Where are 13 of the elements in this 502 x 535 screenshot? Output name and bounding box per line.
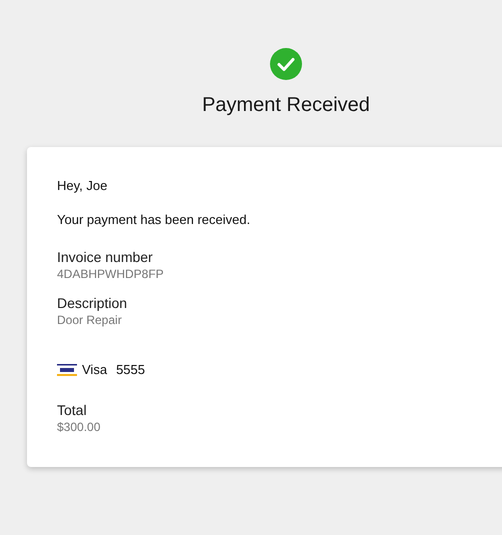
card-number: 5555 [116,361,145,379]
check-icon [270,48,302,80]
field-label: Description [57,295,128,312]
page-title: Payment Received [202,93,370,117]
card-brand-icon [57,364,77,376]
field-value: 4DABHPWHDP8FP [57,266,165,282]
greeting: Hey, Joe [57,178,108,194]
total-label: Total [57,402,88,418]
total-amount: $300.00 [57,418,102,434]
field-label: Invoice number [57,249,154,266]
message: Your payment has been received. [57,212,252,228]
card-brand: Visa [82,361,108,379]
field-value: Door Repair [57,312,123,328]
